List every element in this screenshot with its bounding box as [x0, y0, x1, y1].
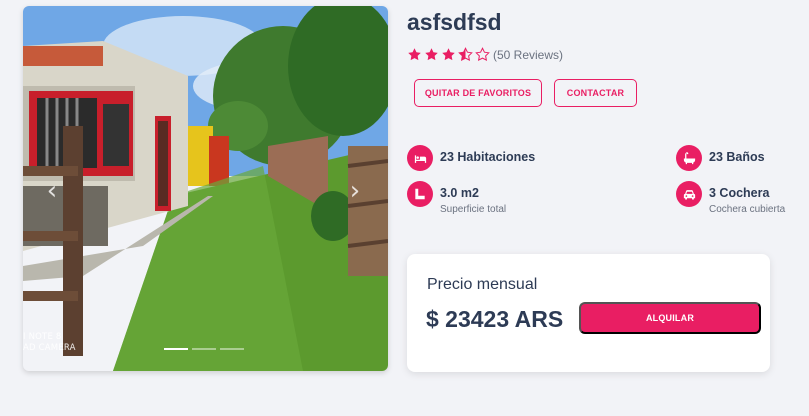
- property-photo-carousel[interactable]: ‹ › I NOTE 8 AD CAMERA: [23, 6, 388, 371]
- carousel-dot-3[interactable]: [220, 348, 244, 350]
- reviews-count[interactable]: (50 Reviews): [493, 48, 563, 62]
- feature-garage: 3 Cochera Cochera cubierta: [676, 181, 785, 217]
- star-empty-icon: [475, 47, 490, 62]
- carousel-dot-1[interactable]: [164, 348, 188, 350]
- bath-icon: [676, 145, 702, 171]
- carousel-indicators: [164, 348, 244, 350]
- bed-icon: [407, 145, 433, 171]
- bathrooms-label: 23 Baños: [709, 150, 765, 164]
- listing-title: asfsdfsd: [407, 9, 502, 35]
- area-sublabel: Superficie total: [440, 204, 507, 215]
- area-icon: [407, 181, 433, 207]
- price-card: Precio mensual $ 23423 ARS ALQUILAR: [407, 254, 770, 372]
- garage-label: 3 Cochera: [709, 186, 770, 200]
- price-label: Precio mensual: [427, 276, 538, 293]
- star-full-icon: [442, 48, 455, 61]
- carousel-prev-arrow-icon[interactable]: ‹: [39, 176, 65, 206]
- feature-bathrooms: 23 Baños: [676, 145, 765, 171]
- garage-sublabel: Cochera cubierta: [709, 204, 786, 215]
- car-icon: [676, 181, 702, 207]
- watermark-line-1: I NOTE 8: [23, 332, 62, 342]
- carousel-dot-2[interactable]: [192, 348, 216, 350]
- contact-button[interactable]: CONTACTAR: [554, 79, 637, 107]
- remove-favorite-button[interactable]: QUITAR DE FAVORITOS: [414, 79, 542, 107]
- carousel-next-arrow-icon[interactable]: ›: [342, 176, 368, 206]
- star-full-icon: [425, 48, 438, 61]
- price-value: $ 23423 ARS: [426, 306, 564, 332]
- rating: (50 Reviews): [407, 47, 563, 62]
- feature-area: 3.0 m2 Superficie total: [407, 181, 506, 217]
- area-label: 3.0 m2: [440, 186, 479, 200]
- watermark-line-2: AD CAMERA: [23, 343, 76, 353]
- star-full-icon: [408, 48, 421, 61]
- star-half-icon: [458, 47, 473, 62]
- property-photo: [23, 6, 388, 371]
- bedrooms-label: 23 Habitaciones: [440, 150, 536, 164]
- rent-button[interactable]: ALQUILAR: [579, 302, 761, 334]
- camera-watermark: I NOTE 8 AD CAMERA: [23, 332, 76, 354]
- feature-bedrooms: 23 Habitaciones: [407, 145, 535, 171]
